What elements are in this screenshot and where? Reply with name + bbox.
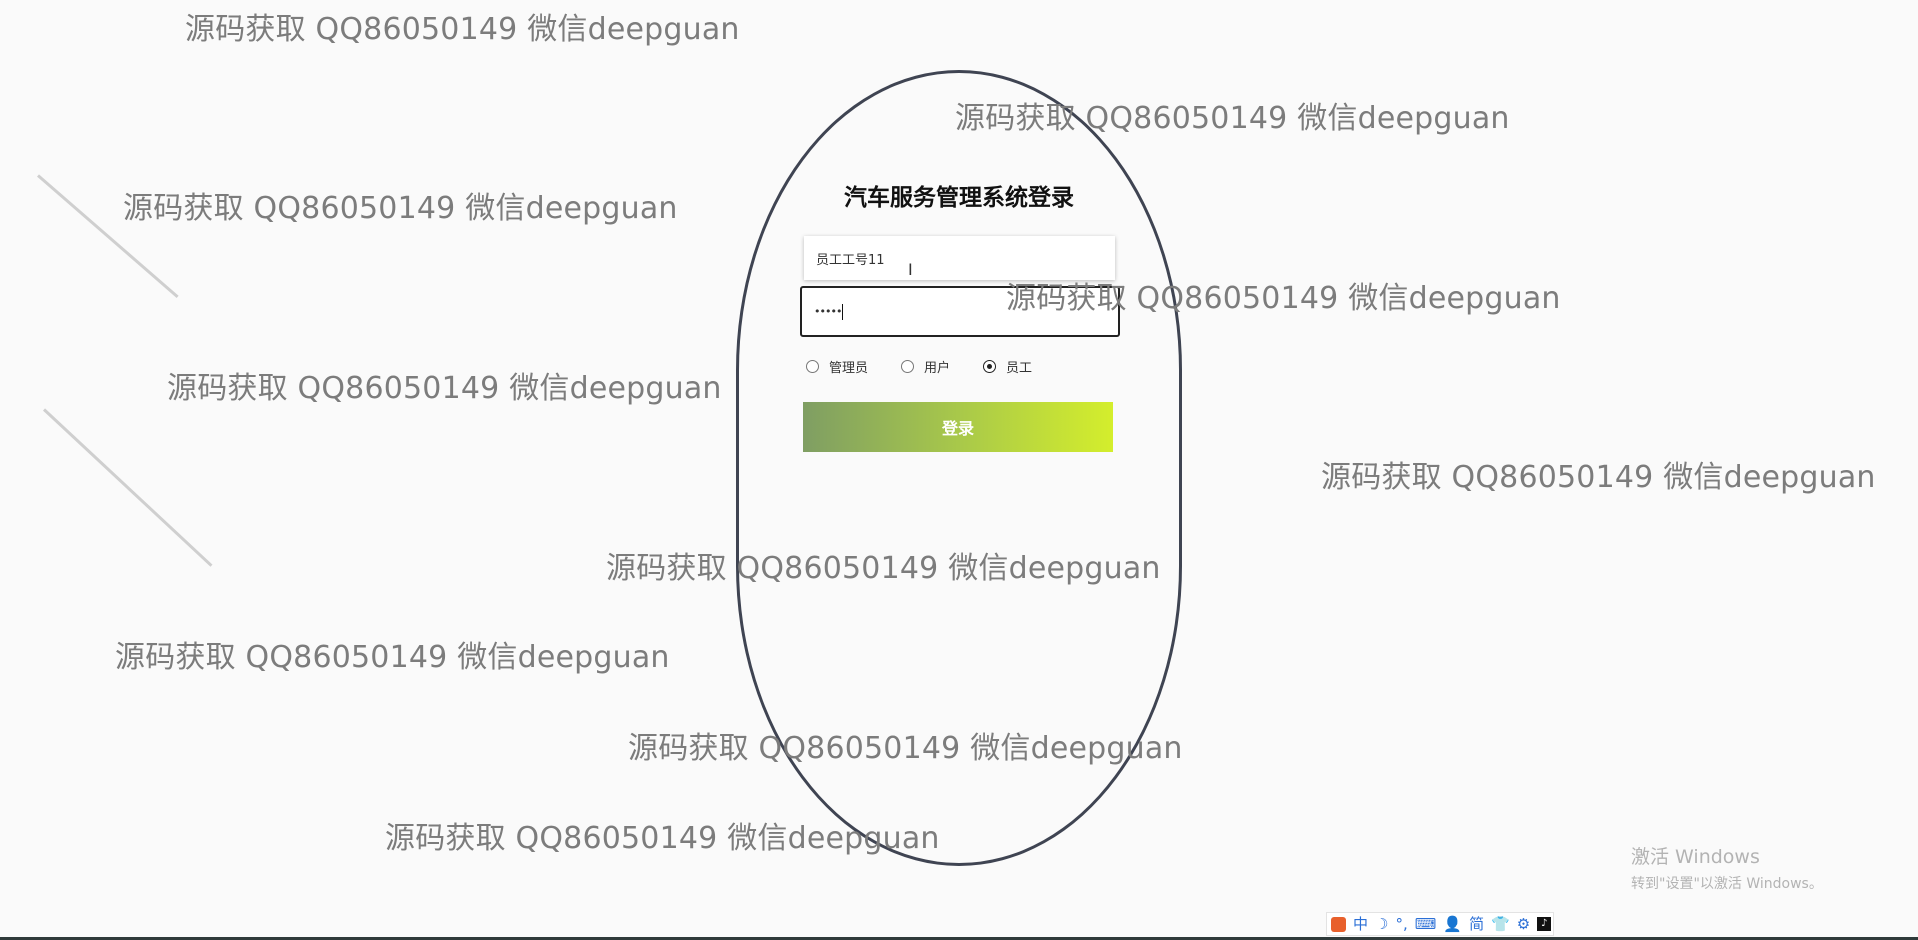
tiktok-icon[interactable]: ♪	[1537, 917, 1552, 931]
watermark-text: 源码获取 QQ86050149 微信deepguan	[115, 640, 670, 675]
ime-toolbar: 中 ☽ °, ⌨ 👤 简 👕 ⚙ ♪	[1326, 912, 1554, 936]
role-option-employee[interactable]: 员工	[983, 357, 1032, 376]
role-label: 用户	[924, 361, 951, 376]
watermark-text: 源码获取 QQ86050149 微信deepguan	[628, 731, 1183, 766]
username-value: 员工工号11	[816, 252, 885, 268]
role-label: 管理员	[829, 361, 869, 376]
skin-icon[interactable]: 👕	[1491, 916, 1510, 932]
decorative-line	[42, 408, 213, 567]
watermark-text: 源码获取 QQ86050149 微信deepguan	[1321, 460, 1876, 495]
radio-icon[interactable]	[806, 360, 819, 373]
watermark-text: 源码获取 QQ86050149 微信deepguan	[185, 12, 740, 47]
watermark-text: 源码获取 QQ86050149 微信deepguan	[606, 551, 1161, 586]
watermark-text: 源码获取 QQ86050149 微信deepguan	[1006, 281, 1561, 316]
windows-activation-notice: 激活 Windows 转到"设置"以激活 Windows。	[1631, 842, 1823, 893]
sogou-logo-icon[interactable]	[1331, 916, 1346, 932]
punctuation-icon[interactable]: °,	[1395, 916, 1407, 932]
password-mask: •••••	[814, 305, 842, 318]
page-title: 汽车服务管理系统登录	[844, 185, 1074, 211]
activation-title: 激活 Windows	[1631, 846, 1760, 868]
simplified-label[interactable]: 简	[1469, 916, 1484, 932]
user-icon[interactable]: 👤	[1443, 916, 1462, 932]
ime-mode-label[interactable]: 中	[1353, 916, 1368, 932]
watermark-text: 源码获取 QQ86050149 微信deepguan	[385, 821, 940, 856]
gear-icon[interactable]: ⚙	[1517, 916, 1530, 932]
role-label: 员工	[1006, 361, 1033, 376]
watermark-text: 源码获取 QQ86050149 微信deepguan	[167, 371, 722, 406]
keyboard-icon[interactable]: ⌨	[1415, 916, 1437, 932]
watermark-text: 源码获取 QQ86050149 微信deepguan	[955, 101, 1510, 136]
text-cursor-icon: I	[908, 260, 913, 279]
radio-checked-icon[interactable]	[983, 360, 996, 373]
role-option-user[interactable]: 用户	[901, 357, 950, 376]
radio-icon[interactable]	[901, 360, 914, 373]
moon-icon[interactable]: ☽	[1375, 916, 1388, 932]
role-option-admin[interactable]: 管理员	[806, 357, 868, 376]
login-button[interactable]: 登录	[803, 402, 1113, 452]
text-caret	[842, 303, 844, 320]
watermark-text: 源码获取 QQ86050149 微信deepguan	[123, 191, 678, 226]
activation-subtitle: 转到"设置"以激活 Windows。	[1631, 876, 1823, 892]
